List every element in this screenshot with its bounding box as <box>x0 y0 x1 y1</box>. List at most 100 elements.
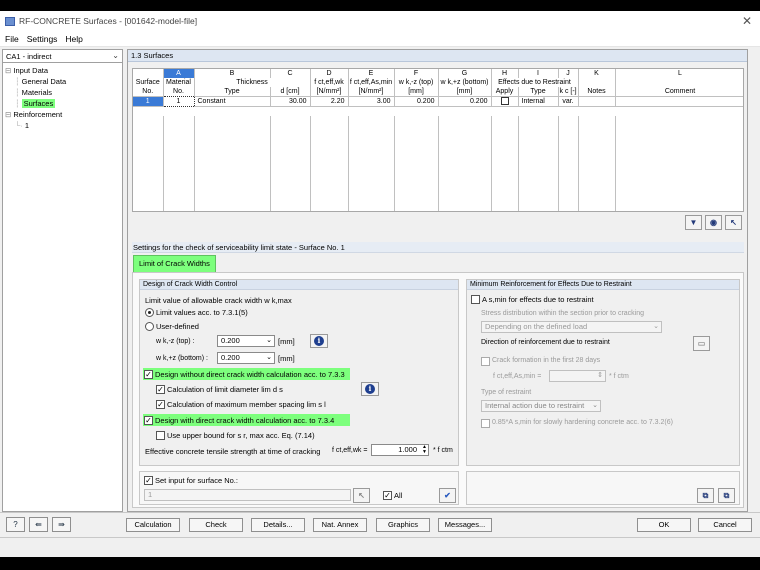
min-reinforcement-group-title: Minimum Reinforcement for Effects Due to… <box>467 280 739 290</box>
cell-fct-wk[interactable]: 2.20 <box>310 96 349 107</box>
all-label: All <box>394 491 403 500</box>
apply-checkbox[interactable] <box>500 97 509 106</box>
spinner-arrows-icon[interactable]: ▲ ▼ <box>422 445 427 455</box>
column-letters: A B C D E F G H I J K L <box>133 69 743 78</box>
case-selector[interactable]: CA1 - indirect ⌄ <box>3 50 122 63</box>
ok-button[interactable]: OK <box>637 518 691 532</box>
tree-surfaces[interactable]: ┆ Surfaces <box>5 98 122 109</box>
import-icon[interactable]: ⇛ <box>52 517 71 532</box>
chevron-down-icon: ⌄ <box>266 354 272 361</box>
set-input-checkbox[interactable]: ✓ <box>144 476 153 485</box>
cell-wk-top[interactable]: 0.200 <box>394 96 439 107</box>
graphics-button[interactable]: Graphics <box>376 518 430 532</box>
sls-heading: Settings for the check of serviceability… <box>132 242 744 253</box>
info-button[interactable]: i <box>310 334 328 348</box>
pick-surface-icon[interactable]: ↖ <box>353 488 370 503</box>
cell-comment[interactable] <box>615 96 743 107</box>
min-reinforcement-group: Minimum Reinforcement for Effects Due to… <box>466 279 740 466</box>
as-min-checkbox[interactable] <box>471 295 480 304</box>
cell-restraint-type[interactable]: Internal <box>518 96 559 107</box>
menu-settings[interactable]: Settings <box>27 34 58 44</box>
user-defined-radio[interactable] <box>145 322 154 331</box>
apply-check-icon[interactable]: ✔ <box>439 488 456 503</box>
slow-hardening-checkbox[interactable] <box>481 419 490 428</box>
fct-as-spinner[interactable]: ⇕ <box>549 370 606 382</box>
cell-wk-bottom[interactable]: 0.200 <box>438 96 492 107</box>
nav-tree: ⊟ Input Data ┆ General Data ┆ Materials … <box>3 63 122 131</box>
wk-bottom-unit: [mm] <box>278 354 295 363</box>
main-panel: 1.3 Surfaces A B C D E F G H I J K L Sur… <box>127 49 748 512</box>
case-selector-value: CA1 - indirect <box>6 51 52 61</box>
restraint-type-combo[interactable]: Internal action due to restraint ⌄ <box>481 400 601 412</box>
fct-as-label: f ct,eff,As,min = <box>493 373 542 380</box>
table-row[interactable]: 1 1 Constant 30.00 2.20 3.00 0.200 0.200… <box>133 96 743 107</box>
cell-type[interactable]: Constant <box>194 96 271 107</box>
window-title: RF-CONCRETE Surfaces - [001642-model-fil… <box>19 16 198 26</box>
cancel-button[interactable]: Cancel <box>698 518 752 532</box>
upper-bound-checkbox[interactable] <box>156 431 165 440</box>
crack-width-group-title: Design of Crack Width Control <box>140 280 458 290</box>
spinner-arrows-icon: ⇕ <box>597 372 603 379</box>
surfaces-table[interactable]: A B C D E F G H I J K L Surface Material… <box>132 68 744 212</box>
nat-annex-button[interactable]: Nat. Annex <box>313 518 367 532</box>
direction-button[interactable]: ▭ <box>693 336 710 351</box>
tree-reinforcement-1[interactable]: └· 1 <box>5 120 122 131</box>
row-number[interactable]: 1 <box>133 96 164 107</box>
crack28-checkbox[interactable] <box>481 357 490 366</box>
pick-icon[interactable]: ↖ <box>725 215 742 230</box>
chevron-down-icon[interactable]: ⌄ <box>112 51 119 60</box>
restraint-type-label: Type of restraint <box>481 389 532 396</box>
tree-reinforcement[interactable]: ⊟ Reinforcement <box>5 109 122 120</box>
close-icon[interactable]: ✕ <box>742 14 752 28</box>
view-icon[interactable]: ◉ <box>705 215 722 230</box>
limit-diameter-checkbox[interactable]: ✓ <box>156 385 165 394</box>
help-icon[interactable]: ? <box>6 517 25 532</box>
design-without-label: Design without direct crack width calcul… <box>155 370 345 379</box>
cell-thickness[interactable]: 30.00 <box>270 96 311 107</box>
wk-top-label: w k,-z (top) : <box>156 338 195 345</box>
fct-as-unit: * f ctm <box>609 373 629 380</box>
design-with-label: Design with direct crack width calculati… <box>155 416 335 425</box>
max-spacing-checkbox[interactable]: ✓ <box>156 400 165 409</box>
user-defined-label: User-defined <box>156 322 199 331</box>
check-button[interactable]: Check <box>189 518 243 532</box>
header-row-2: No. No. Type d [cm] [N/mm²] [N/mm²] [mm]… <box>133 87 743 97</box>
export-icon[interactable]: ⇚ <box>29 517 48 532</box>
tab-limit-of-crack-widths[interactable]: Limit of Crack Widths <box>133 255 216 273</box>
eff-strength-spinner[interactable]: 1.000 ▲ ▼ <box>371 444 429 456</box>
cell-notes[interactable] <box>578 96 616 107</box>
crack-width-group: Design of Crack Width Control Limit valu… <box>139 279 459 466</box>
tree-general-data[interactable]: ┆ General Data <box>5 76 122 87</box>
stress-dist-combo[interactable]: Depending on the defined load ⌄ <box>481 321 662 333</box>
design-without-checkbox[interactable]: ✓ <box>144 370 153 379</box>
app-icon <box>5 16 15 26</box>
cell-fct-asmin[interactable]: 3.00 <box>348 96 395 107</box>
messages-button[interactable]: Messages... <box>438 518 492 532</box>
set-input-label: Set input for surface No.: <box>155 476 238 485</box>
title-bar: RF-CONCRETE Surfaces - [001642-model-fil… <box>0 11 760 31</box>
details-button[interactable]: Details... <box>251 518 305 532</box>
limit-diameter-label: Calculation of limit diameter lim d s <box>167 385 283 394</box>
menu-file[interactable]: File <box>5 34 19 44</box>
info-icon: i <box>314 336 324 346</box>
all-checkbox[interactable]: ✓ <box>383 491 392 500</box>
paste-icon[interactable]: ⧉ <box>718 488 735 503</box>
app-window: RF-CONCRETE Surfaces - [001642-model-fil… <box>0 11 760 557</box>
limit-values-radio[interactable] <box>145 308 154 317</box>
tree-materials[interactable]: ┆ Materials <box>5 87 122 98</box>
wk-bottom-combo[interactable]: 0.200 ⌄ <box>217 352 275 364</box>
filter-icon[interactable]: ▼ <box>685 215 702 230</box>
menu-help[interactable]: Help <box>65 34 82 44</box>
design-with-checkbox[interactable]: ✓ <box>144 416 153 425</box>
cell-material[interactable]: 1 <box>162 96 195 107</box>
cell-kc[interactable]: var. <box>558 96 579 107</box>
max-spacing-label: Calculation of maximum member spacing li… <box>167 400 326 409</box>
wk-top-combo[interactable]: 0.200 ⌄ <box>217 335 275 347</box>
tree-input-data[interactable]: ⊟ Input Data <box>5 65 122 76</box>
info-button-2[interactable]: i <box>361 382 379 396</box>
copy-icon[interactable]: ⧉ <box>697 488 714 503</box>
set-input-field[interactable]: 1 <box>144 489 351 501</box>
cell-apply[interactable] <box>491 96 519 107</box>
limit-values-label: Limit values acc. to 7.3.1(5) <box>156 308 248 317</box>
calculation-button[interactable]: Calculation <box>126 518 180 532</box>
